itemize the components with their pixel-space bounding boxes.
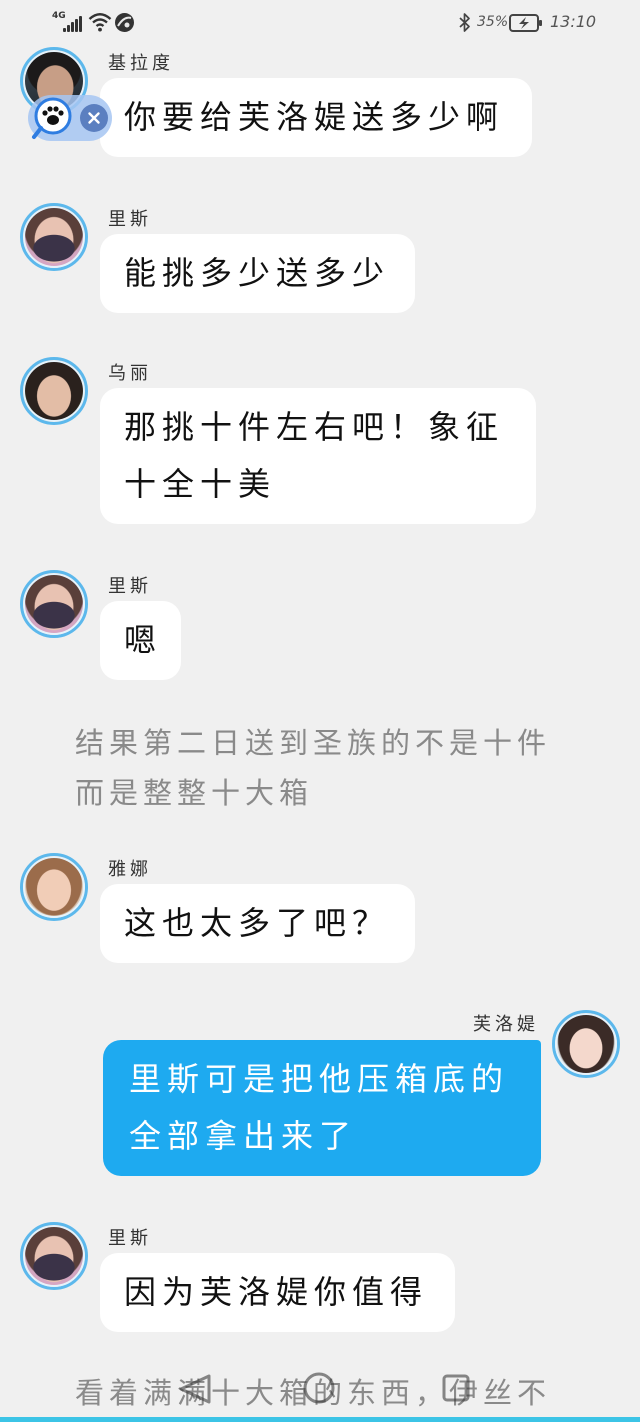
message-text-line: 嗯 [124, 621, 163, 659]
message-bubble: 嗯 [100, 601, 181, 680]
avatar-photo [555, 1013, 617, 1075]
avatar-photo [23, 573, 85, 635]
home-icon[interactable] [301, 1370, 337, 1406]
chat-message: 乌丽 那挑十件左右吧！象征 十全十美 [0, 357, 640, 524]
message-bubble-self: 里斯可是把他压箱底的 全部拿出来了 [103, 1040, 541, 1176]
message-bubble: 因为芙洛媞你值得 [100, 1253, 455, 1332]
avatar-photo [23, 1225, 85, 1287]
chat-message: 雅娜 这也太多了吧？ [0, 853, 640, 963]
bluetooth-icon [458, 12, 471, 33]
speaker-name: 基拉度 [108, 53, 174, 74]
signal-icon [63, 14, 83, 32]
avatar-yana[interactable] [20, 853, 88, 921]
avatar-photo [23, 206, 85, 268]
message-text-line: 这也太多了吧？ [124, 904, 391, 942]
message-bubble: 这也太多了吧？ [100, 884, 415, 963]
avatar-lisi[interactable] [20, 203, 88, 271]
app-notification-icon [114, 12, 135, 33]
chat-story-screen: 4G 35% 13:10 基拉度 你要给芙洛媞送多少啊 里斯 能挑多少送多少 乌… [0, 0, 640, 1422]
paw-magnifier-icon[interactable] [30, 96, 74, 140]
avatar-wuli[interactable] [20, 357, 88, 425]
speaker-name: 里斯 [108, 1228, 152, 1249]
speaker-name: 里斯 [108, 576, 152, 597]
avatar-fuluoti[interactable] [552, 1010, 620, 1078]
battery-percent: 35% [477, 14, 509, 30]
narration-line: 结果第二日送到圣族的不是十件 [75, 726, 552, 760]
avatar-lisi[interactable] [20, 1222, 88, 1290]
narration-line: 而是整整十大箱 [75, 776, 314, 810]
bottom-edge-bar [0, 1417, 640, 1422]
message-text-line: 能挑多少送多少 [124, 254, 391, 292]
message-text-line: 全部拿出来了 [129, 1117, 358, 1155]
chat-message: 基拉度 你要给芙洛媞送多少啊 [0, 47, 640, 157]
speaker-name: 雅娜 [108, 859, 152, 880]
avatar-photo [23, 856, 85, 918]
speaker-name: 里斯 [108, 209, 152, 230]
message-text-line: 十全十美 [124, 465, 277, 503]
chat-message: 里斯 能挑多少送多少 [0, 203, 640, 313]
speaker-name: 芙洛媞 [473, 1014, 539, 1035]
message-text-line: 那挑十件左右吧！象征 [124, 408, 505, 446]
chat-message: 里斯 因为芙洛媞你值得 [0, 1222, 640, 1332]
clock-time: 13:10 [550, 12, 597, 31]
close-icon[interactable] [80, 104, 108, 132]
avatar-lisi[interactable] [20, 570, 88, 638]
back-icon[interactable] [173, 1371, 217, 1407]
message-text-line: 因为芙洛媞你值得 [124, 1273, 429, 1311]
battery-charging-icon [509, 14, 543, 32]
floating-assistant-widget [28, 95, 112, 141]
recents-icon[interactable] [440, 1372, 472, 1404]
avatar-photo [23, 360, 85, 422]
speaker-name: 乌丽 [108, 363, 152, 384]
message-bubble: 你要给芙洛媞送多少啊 [100, 78, 532, 157]
message-bubble: 那挑十件左右吧！象征 十全十美 [100, 388, 536, 524]
message-bubble: 能挑多少送多少 [100, 234, 415, 313]
wifi-icon [88, 12, 112, 32]
chat-message: 里斯 嗯 [0, 570, 640, 680]
message-text-line: 你要给芙洛媞送多少啊 [124, 98, 505, 136]
narration-text: 结果第二日送到圣族的不是十件 而是整整十大箱 [75, 718, 551, 818]
chat-message-self: 芙洛媞 里斯可是把他压箱底的 全部拿出来了 [0, 1010, 640, 1176]
message-text-line: 里斯可是把他压箱底的 [129, 1060, 510, 1098]
